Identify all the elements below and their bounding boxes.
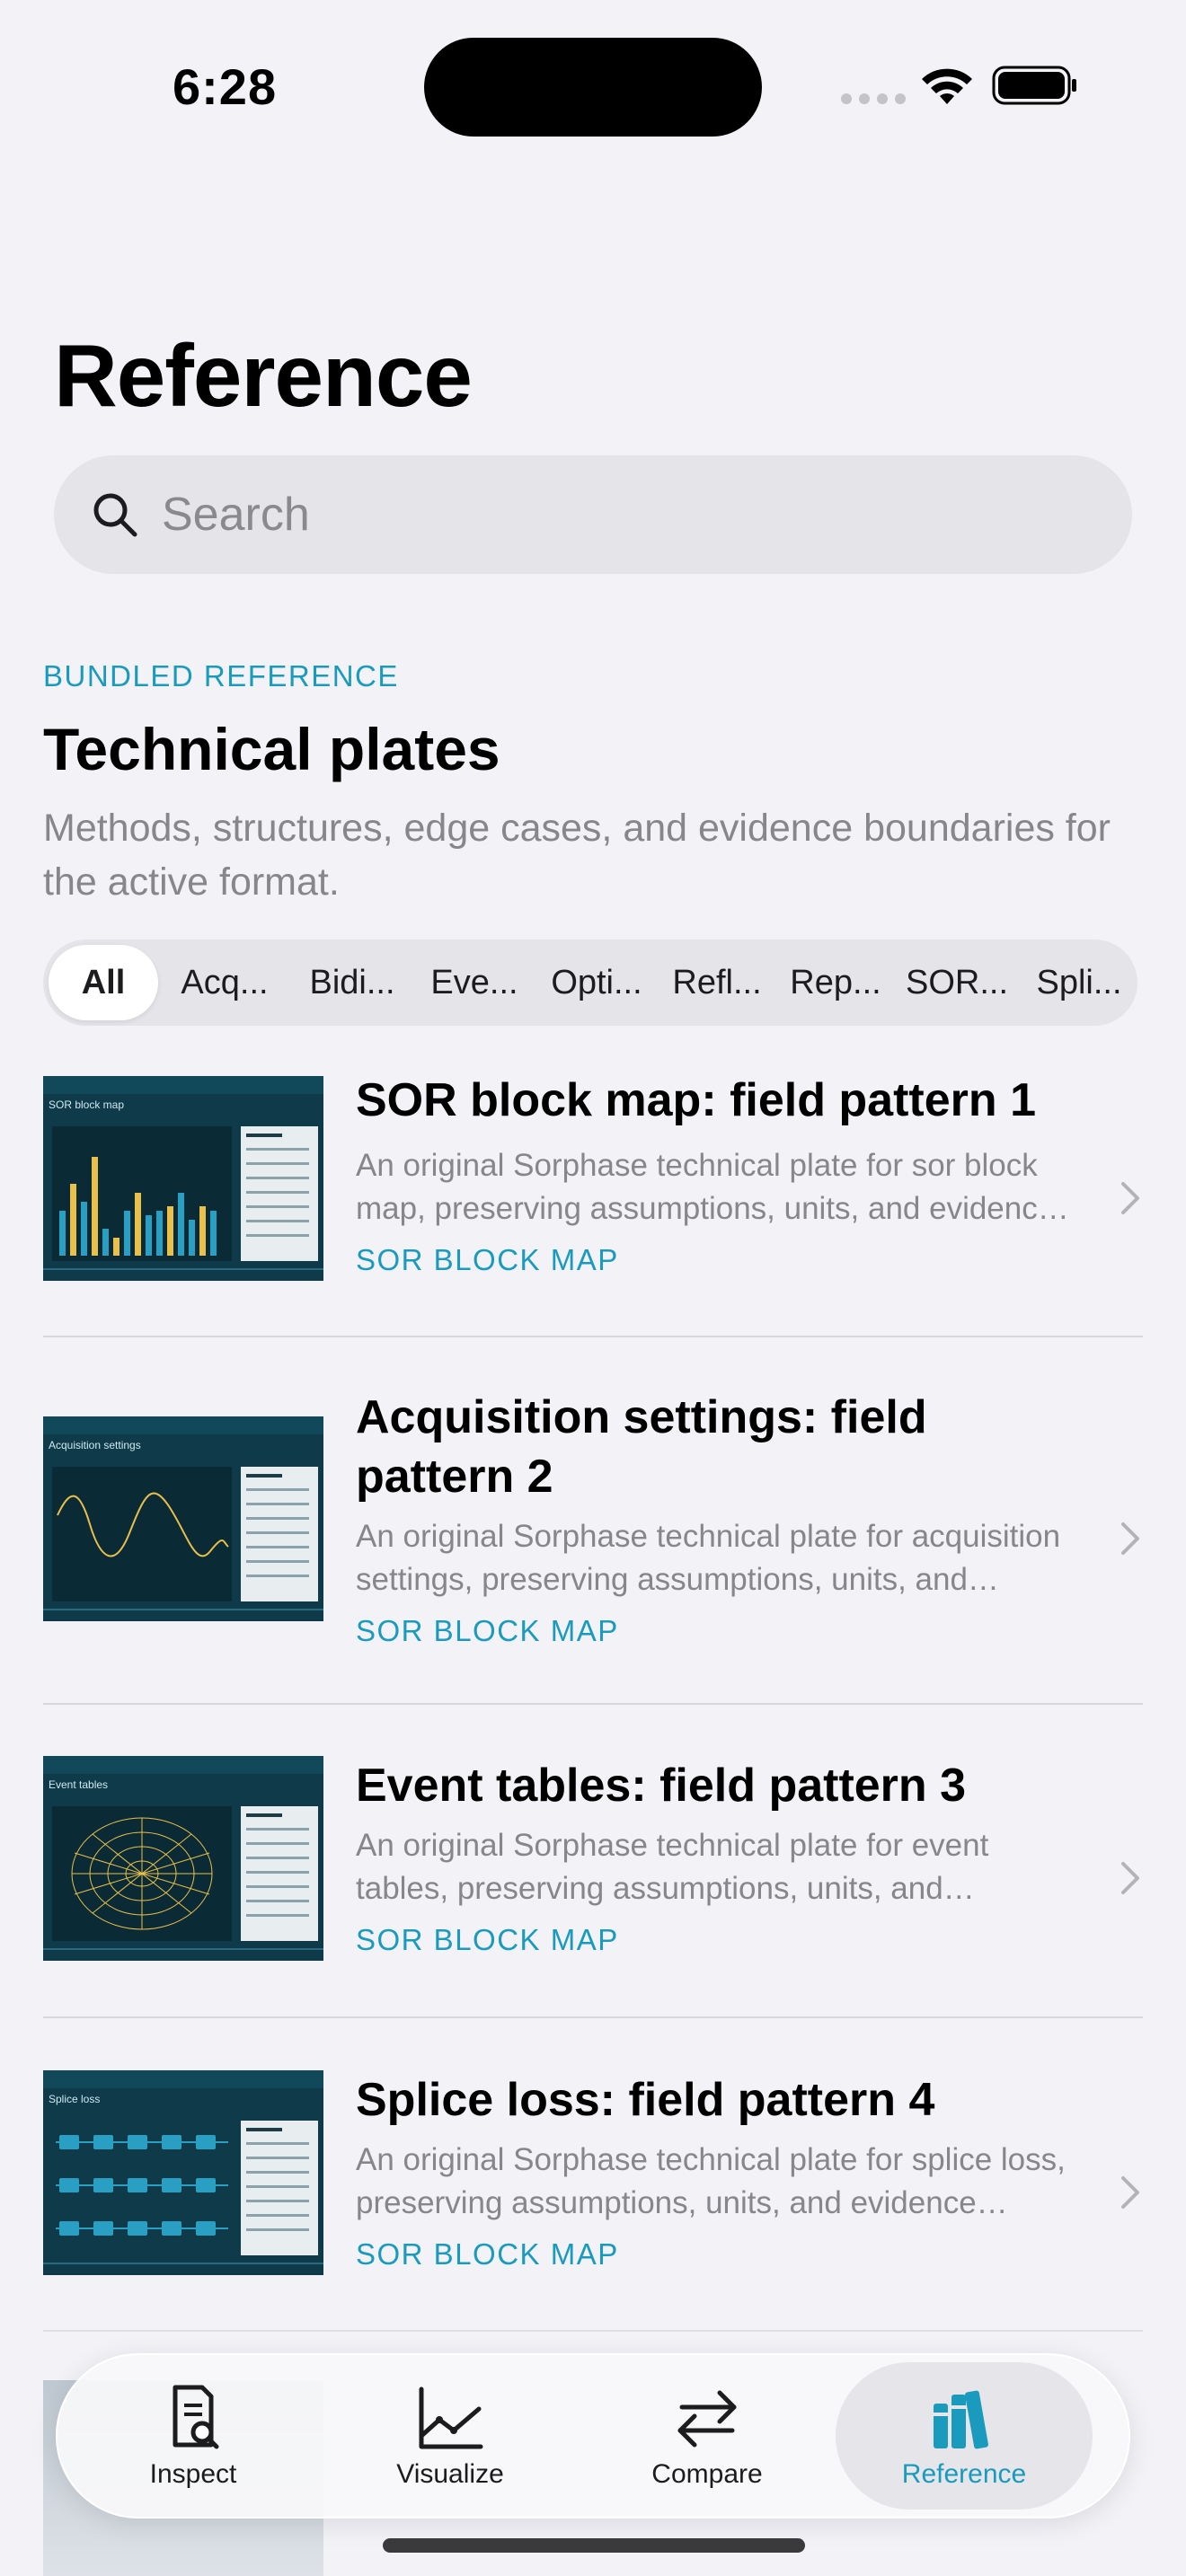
filter-chip-bidirectional[interactable]: Bidi... bbox=[291, 945, 413, 1020]
thumb-caption: Splice loss bbox=[49, 2093, 100, 2105]
plate-description: An original Sorphase technical plate for… bbox=[356, 1148, 1056, 1226]
row-divider bbox=[43, 1703, 1143, 1705]
chevron-right-icon bbox=[1121, 1862, 1139, 1894]
search-icon bbox=[93, 493, 137, 537]
plate-title: SOR block map: field pattern 1 bbox=[356, 1074, 1037, 1126]
filter-chip-reflectance[interactable]: Refl... bbox=[658, 945, 776, 1020]
plate-thumbnail: Splice loss bbox=[43, 2070, 323, 2275]
plate-thumbnail: SOR block map bbox=[43, 1076, 323, 1281]
books-icon bbox=[934, 2390, 988, 2449]
filter-chip-splice[interactable]: Spli... bbox=[1019, 945, 1139, 1020]
plate-description: An original Sorphase technical plate for… bbox=[356, 1828, 989, 1906]
tab-compare[interactable]: Compare bbox=[579, 2362, 836, 2510]
tab-label: Compare bbox=[651, 2459, 763, 2489]
section-eyebrow: BUNDLED REFERENCE bbox=[43, 659, 399, 693]
filter-segmented-control: All Acq... Bidi... Eve... Opti... Refl..… bbox=[43, 940, 1137, 1026]
plate-title: Event tables: field pattern 3 bbox=[356, 1760, 967, 1812]
plate-description: An original Sorphase technical plate for… bbox=[356, 1519, 1061, 1597]
document-magnifier-icon bbox=[173, 2385, 219, 2449]
filter-chip-all[interactable]: All bbox=[49, 945, 158, 1020]
plate-row-event-tables[interactable]: Event tables Event tables: field pattern… bbox=[43, 1756, 1143, 1963]
section-description: Methods, structures, edge cases, and evi… bbox=[43, 807, 1111, 904]
thumb-caption: Acquisition settings bbox=[49, 1439, 141, 1451]
battery-icon bbox=[992, 66, 1076, 105]
home-indicator bbox=[383, 2538, 805, 2553]
tab-visualize[interactable]: Visualize bbox=[322, 2362, 579, 2510]
section-title: Technical plates bbox=[43, 716, 500, 782]
plate-title: Acquisition settings: field pattern 2 bbox=[356, 1391, 927, 1503]
row-divider bbox=[43, 2016, 1143, 2018]
plate-row-splice-loss[interactable]: Splice loss Splice loss: field pattern 4… bbox=[43, 2070, 1143, 2277]
thumb-caption: Event tables bbox=[49, 1778, 108, 1791]
splice-grid-thumbnail: Splice loss bbox=[43, 2070, 323, 2275]
filter-chip-acquisition[interactable]: Acq... bbox=[158, 945, 291, 1020]
status-bar: 6:28 bbox=[0, 0, 1186, 171]
plate-row-acquisition-settings[interactable]: Acquisition settings Acquisition setting… bbox=[43, 1388, 1143, 1648]
tab-label: Visualize bbox=[396, 2459, 504, 2489]
line-chart-icon bbox=[419, 2386, 483, 2449]
plate-description: An original Sorphase technical plate for… bbox=[356, 2142, 1066, 2220]
filter-chip-optical[interactable]: Opti... bbox=[535, 945, 658, 1020]
arrows-left-right-icon bbox=[677, 2390, 737, 2448]
dynamic-island bbox=[424, 38, 762, 137]
plate-row-sor-block-map[interactable]: SOR block map SOR block map: field patte… bbox=[43, 1074, 1143, 1283]
filter-chip-reports[interactable]: Rep... bbox=[776, 945, 895, 1020]
tab-reference[interactable]: Reference bbox=[836, 2362, 1093, 2510]
tab-label: Inspect bbox=[149, 2459, 237, 2489]
plate-title: Splice loss: field pattern 4 bbox=[356, 2074, 935, 2126]
tab-bar: Inspect Visualize Compare Reference bbox=[56, 2353, 1130, 2519]
plate-tag: SOR BLOCK MAP bbox=[356, 1923, 619, 1956]
row-divider bbox=[43, 1336, 1143, 1337]
search-bar[interactable] bbox=[54, 455, 1132, 574]
plate-tag: SOR BLOCK MAP bbox=[356, 1614, 619, 1647]
chevron-right-icon bbox=[1121, 1522, 1139, 1555]
chevron-right-icon bbox=[1121, 1182, 1139, 1214]
page-title: Reference bbox=[54, 326, 473, 425]
tab-label: Reference bbox=[901, 2459, 1027, 2489]
plate-thumbnail: Event tables bbox=[43, 1756, 323, 1961]
thumb-caption: SOR block map bbox=[49, 1098, 124, 1111]
filter-chip-events[interactable]: Eve... bbox=[413, 945, 535, 1020]
wifi-icon bbox=[922, 68, 972, 104]
polar-thumbnail: Event tables bbox=[43, 1756, 323, 1961]
status-time: 6:28 bbox=[173, 58, 278, 115]
filter-chip-sor[interactable]: SOR... bbox=[895, 945, 1019, 1020]
chevron-right-icon bbox=[1121, 2176, 1139, 2209]
bar-chart-thumbnail: SOR block map bbox=[43, 1076, 323, 1281]
tab-inspect[interactable]: Inspect bbox=[65, 2362, 322, 2510]
plate-tag: SOR BLOCK MAP bbox=[356, 1243, 619, 1276]
cellular-signal-icon bbox=[841, 93, 906, 104]
plate-tag: SOR BLOCK MAP bbox=[356, 2237, 619, 2271]
plate-thumbnail: Acquisition settings bbox=[43, 1416, 323, 1621]
search-input[interactable] bbox=[162, 488, 1060, 542]
waveform-thumbnail: Acquisition settings bbox=[43, 1416, 323, 1621]
